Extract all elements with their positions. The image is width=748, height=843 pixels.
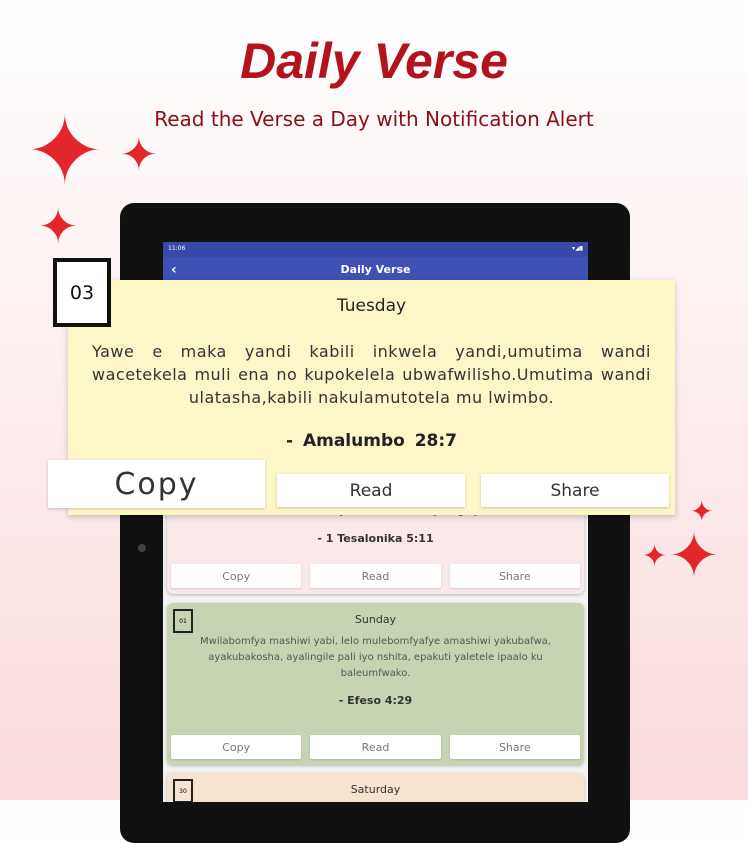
back-icon[interactable]: ‹ xyxy=(171,262,177,278)
sparkle-icon: ✦ xyxy=(668,519,720,592)
verse-day: Sunday xyxy=(354,613,397,626)
share-button[interactable]: Share xyxy=(481,474,669,507)
verse-reference: - Efeso 4:29 xyxy=(338,694,413,707)
app-bar: ‹ Daily Verse xyxy=(163,257,588,282)
copy-button[interactable]: Copy xyxy=(171,735,302,759)
date-badge: 30 xyxy=(173,779,193,802)
date-badge: 03 xyxy=(53,258,111,327)
verse-text: Mwilabomfya mashiwi yabi, lelo mulebomfy… xyxy=(200,636,551,679)
verse-card: 01 Sunday Mwilabomfya mashiwi yabi, lelo… xyxy=(167,603,584,765)
verse-text: Yawe e maka yandi kabili inkwela yandi,u… xyxy=(92,342,651,407)
sparkle-icon: ✦ xyxy=(25,97,105,207)
sparkle-icon: ✦ xyxy=(642,539,668,574)
status-time: 11:06 xyxy=(168,245,186,252)
copy-button[interactable]: Copy xyxy=(171,564,302,588)
copy-button[interactable]: Copy xyxy=(48,460,265,508)
read-button[interactable]: Read xyxy=(310,735,441,759)
verse-reference: - Amalumbo 28:7 xyxy=(285,431,457,451)
read-button[interactable]: Read xyxy=(277,474,465,507)
share-button[interactable]: Share xyxy=(449,564,580,588)
promo-title: Daily Verse xyxy=(240,33,508,89)
share-button[interactable]: Share xyxy=(449,735,580,759)
verse-day: Tuesday xyxy=(336,296,407,316)
sparkle-icon: ✦ xyxy=(38,199,79,255)
sparkle-icon: ✦ xyxy=(120,128,158,181)
verse-reference: - 1 Tesalonika 5:11 xyxy=(317,532,434,545)
verse-card: 30 Saturday xyxy=(167,773,584,802)
status-bar: 11:06 ▾◢▮ xyxy=(163,242,588,257)
promo-subtitle: Read the Verse a Day with Notification A… xyxy=(154,107,594,131)
camera-dot xyxy=(138,544,146,552)
app-title: Daily Verse xyxy=(340,263,411,276)
wifi-battery-icon: ▾◢▮ xyxy=(572,245,583,252)
verse-day: Saturday xyxy=(350,783,401,796)
read-button[interactable]: Read xyxy=(310,564,441,588)
date-badge: 01 xyxy=(173,609,193,633)
